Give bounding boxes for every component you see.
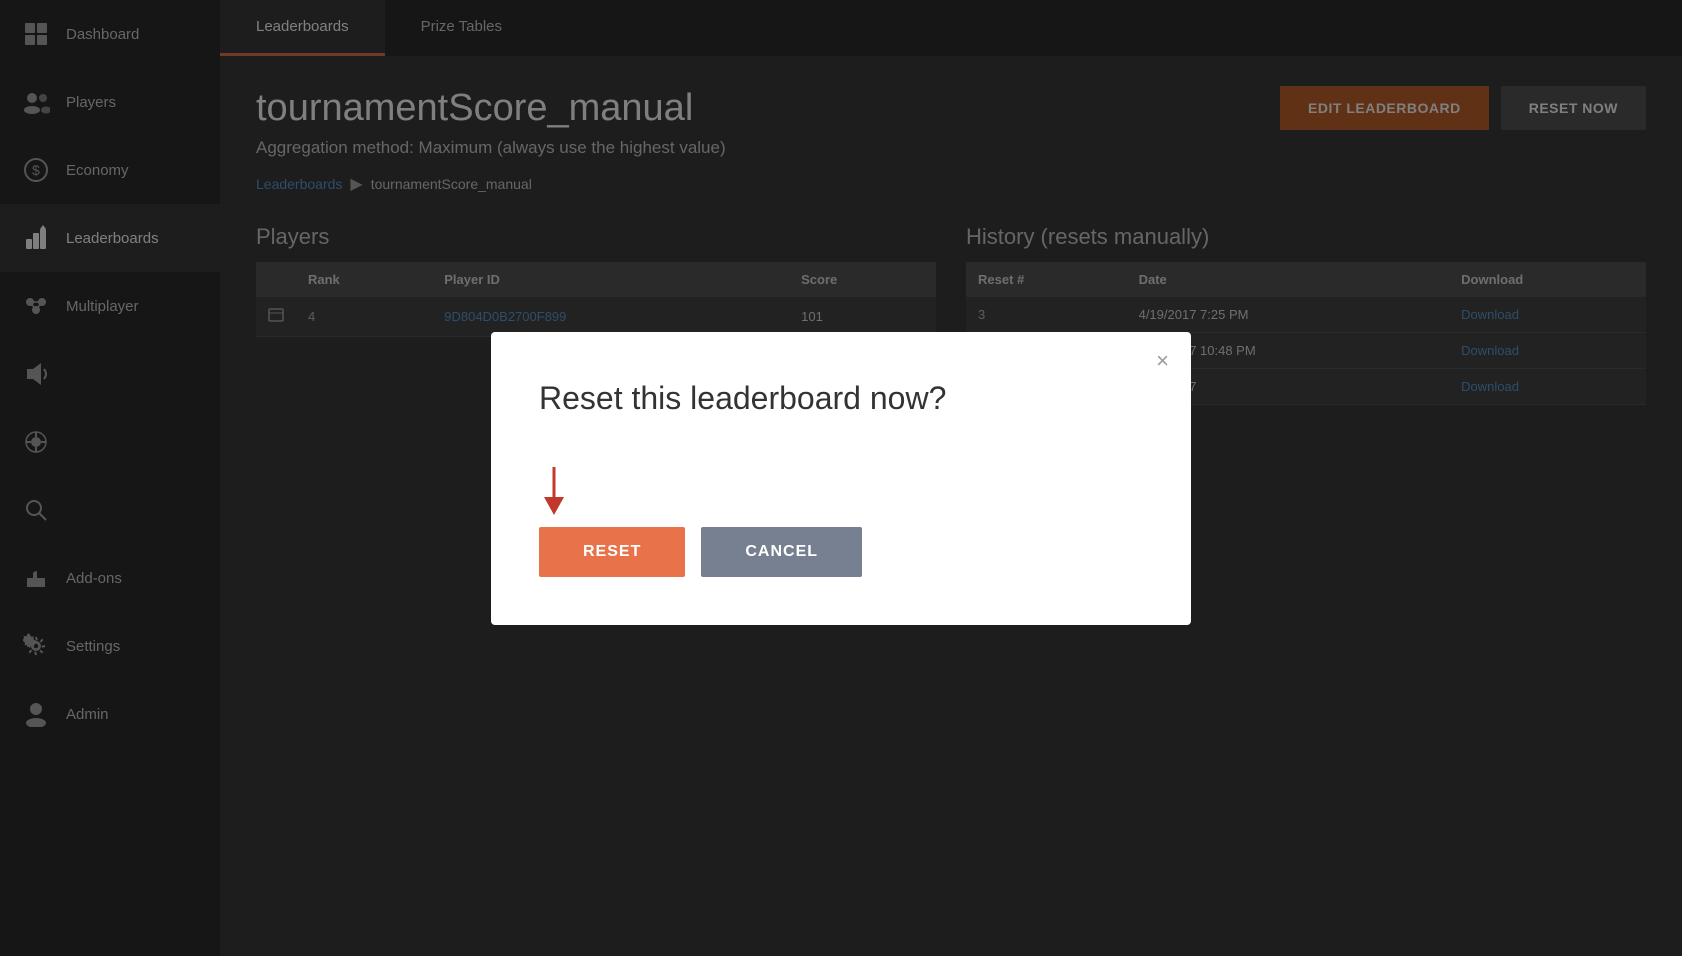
- reset-modal: × Reset this leaderboard now? RESET CANC…: [491, 332, 1191, 625]
- modal-reset-button[interactable]: RESET: [539, 527, 685, 577]
- modal-arrow-icon: [539, 467, 569, 517]
- modal-cancel-button[interactable]: CANCEL: [701, 527, 862, 577]
- modal-close-button[interactable]: ×: [1156, 350, 1169, 372]
- modal-overlay[interactable]: × Reset this leaderboard now? RESET CANC…: [0, 0, 1682, 956]
- modal-buttons: RESET CANCEL: [539, 527, 862, 577]
- modal-title: Reset this leaderboard now?: [539, 380, 1143, 417]
